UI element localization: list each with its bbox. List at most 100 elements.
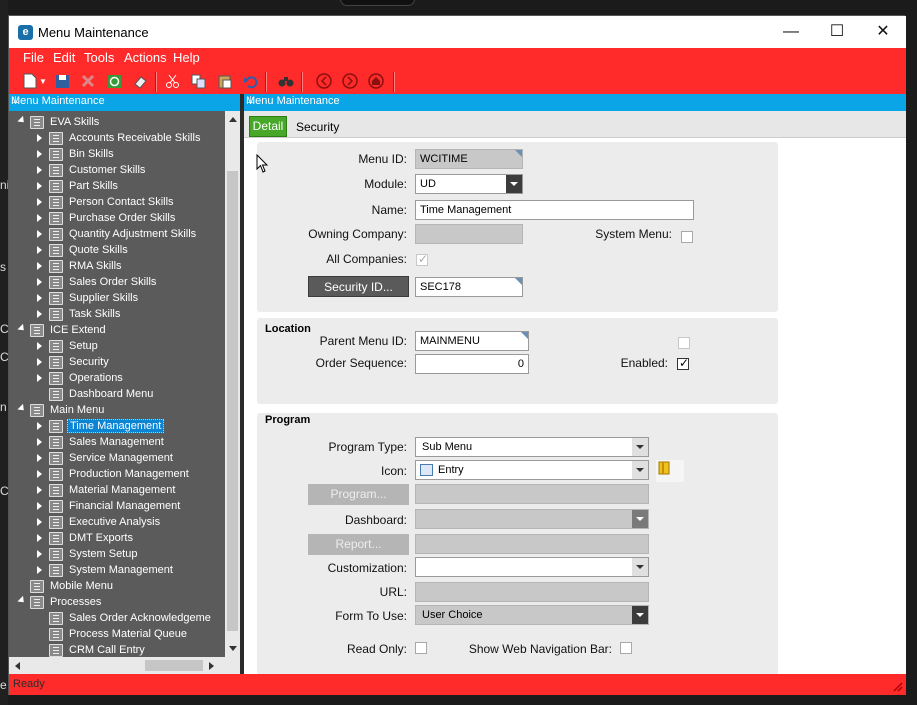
- chevron-down-icon[interactable]: [632, 606, 648, 624]
- all-companies-checkbox[interactable]: [416, 252, 428, 266]
- scroll-thumb[interactable]: [227, 171, 238, 631]
- enabled-checkbox[interactable]: [677, 356, 689, 370]
- delete-icon[interactable]: [79, 72, 97, 90]
- expand-arrow-icon[interactable]: [37, 198, 42, 206]
- paste-icon[interactable]: [215, 72, 233, 90]
- scroll-thumb[interactable]: [145, 660, 203, 671]
- expand-arrow-icon[interactable]: [37, 262, 42, 270]
- minimize-button[interactable]: —: [768, 16, 814, 48]
- home-icon[interactable]: [367, 72, 385, 90]
- expand-arrow-icon[interactable]: [37, 342, 42, 350]
- chevron-down-icon[interactable]: [632, 461, 648, 479]
- tree-item[interactable]: Bin Skills: [9, 147, 225, 163]
- tree-item[interactable]: Financial Management: [9, 499, 225, 515]
- dashboard-select[interactable]: [415, 509, 649, 529]
- tree-item[interactable]: Processes: [9, 595, 225, 611]
- owning-company-field[interactable]: [415, 224, 523, 244]
- program-field[interactable]: [415, 484, 649, 504]
- save-icon[interactable]: [53, 72, 71, 90]
- expand-arrow-icon[interactable]: [37, 134, 42, 142]
- tree-item[interactable]: Main Menu: [9, 403, 225, 419]
- chevron-down-icon[interactable]: [506, 175, 522, 193]
- form-to-use-select[interactable]: User Choice: [415, 605, 649, 625]
- tree-item[interactable]: Accounts Receivable Skills: [9, 131, 225, 147]
- menu-help[interactable]: Help: [173, 50, 200, 65]
- tree-item[interactable]: ICE Extend: [9, 323, 225, 339]
- resize-grip-icon[interactable]: [891, 680, 903, 692]
- collapse-arrow-icon[interactable]: [17, 403, 27, 414]
- customization-select[interactable]: [415, 557, 649, 577]
- chevron-down-icon[interactable]: [632, 438, 648, 456]
- url-field[interactable]: [415, 582, 649, 602]
- new-dropdown-icon[interactable]: ▼: [39, 72, 47, 90]
- tree-item[interactable]: Production Management: [9, 467, 225, 483]
- expand-arrow-icon[interactable]: [37, 502, 42, 510]
- menu-file[interactable]: File: [23, 50, 44, 65]
- expand-arrow-icon[interactable]: [37, 278, 42, 286]
- expand-arrow-icon[interactable]: [37, 166, 42, 174]
- expand-arrow-icon[interactable]: [37, 534, 42, 542]
- refresh-icon[interactable]: [105, 72, 123, 90]
- tree-item[interactable]: Sales Order Skills: [9, 275, 225, 291]
- expand-arrow-icon[interactable]: [37, 470, 42, 478]
- parent-menu-id-field[interactable]: MAINMENU: [415, 331, 529, 351]
- chevron-down-icon[interactable]: [632, 558, 648, 576]
- expand-arrow-icon[interactable]: [37, 150, 42, 158]
- show-web-nav-checkbox[interactable]: [620, 642, 632, 654]
- name-field[interactable]: Time Management: [415, 200, 694, 220]
- scroll-left-icon[interactable]: [13, 661, 21, 671]
- back-icon[interactable]: [315, 72, 333, 90]
- tree-item[interactable]: Quote Skills: [9, 243, 225, 259]
- tree-item[interactable]: Mobile Menu: [9, 579, 225, 595]
- pin-icon[interactable]: ⊥: [11, 95, 235, 106]
- tree-item[interactable]: System Management: [9, 563, 225, 579]
- menu-edit[interactable]: Edit: [53, 50, 75, 65]
- tree-item[interactable]: System Setup: [9, 547, 225, 563]
- copy-icon[interactable]: [189, 72, 207, 90]
- tree-item[interactable]: CRM Call Entry: [9, 643, 225, 657]
- tree-item[interactable]: Sales Order Acknowledgeme: [9, 611, 225, 627]
- expand-arrow-icon[interactable]: [37, 214, 42, 222]
- scroll-right-icon[interactable]: [208, 661, 216, 671]
- menu-tools[interactable]: Tools: [84, 50, 114, 65]
- expand-arrow-icon[interactable]: [37, 246, 42, 254]
- tree-item[interactable]: Service Management: [9, 451, 225, 467]
- collapse-arrow-icon[interactable]: [17, 595, 27, 606]
- forward-icon[interactable]: [341, 72, 359, 90]
- tree-item[interactable]: Material Management: [9, 483, 225, 499]
- scroll-up-icon[interactable]: [228, 115, 238, 123]
- expand-arrow-icon[interactable]: [37, 518, 42, 526]
- tree-item[interactable]: Dashboard Menu: [9, 387, 225, 403]
- pin-icon[interactable]: ⊥: [246, 95, 901, 106]
- chevron-down-icon[interactable]: [632, 510, 648, 528]
- menu-id-field[interactable]: WCITIME: [415, 149, 523, 169]
- report-field[interactable]: [415, 534, 649, 554]
- module-select[interactable]: UD: [415, 174, 523, 194]
- expand-arrow-icon[interactable]: [37, 358, 42, 366]
- tree-item[interactable]: Person Contact Skills: [9, 195, 225, 211]
- cut-icon[interactable]: [163, 72, 181, 90]
- new-icon[interactable]: [21, 72, 39, 90]
- order-sequence-field[interactable]: 0: [415, 354, 529, 374]
- security-id-button[interactable]: Security ID...: [308, 276, 409, 297]
- tree-vertical-scrollbar[interactable]: [225, 111, 240, 657]
- tree-item[interactable]: Sales Management: [9, 435, 225, 451]
- tree-item[interactable]: Executive Analysis: [9, 515, 225, 531]
- report-button[interactable]: Report...: [308, 534, 409, 555]
- expand-arrow-icon[interactable]: [37, 486, 42, 494]
- menu-actions[interactable]: Actions: [124, 50, 167, 65]
- tree-item[interactable]: Setup: [9, 339, 225, 355]
- expand-arrow-icon[interactable]: [37, 230, 42, 238]
- tree-item[interactable]: EVA Skills: [9, 115, 225, 131]
- eraser-icon[interactable]: [131, 72, 149, 90]
- expand-arrow-icon[interactable]: [37, 454, 42, 462]
- tree-item[interactable]: Task Skills: [9, 307, 225, 323]
- collapse-arrow-icon[interactable]: [17, 115, 27, 126]
- tree-item[interactable]: Customer Skills: [9, 163, 225, 179]
- tree-item[interactable]: Supplier Skills: [9, 291, 225, 307]
- collapse-arrow-icon[interactable]: [17, 323, 27, 334]
- tree-item[interactable]: RMA Skills: [9, 259, 225, 275]
- tab-security[interactable]: Security: [296, 120, 339, 134]
- tree-item[interactable]: Time Management: [9, 419, 225, 435]
- expand-arrow-icon[interactable]: [37, 182, 42, 190]
